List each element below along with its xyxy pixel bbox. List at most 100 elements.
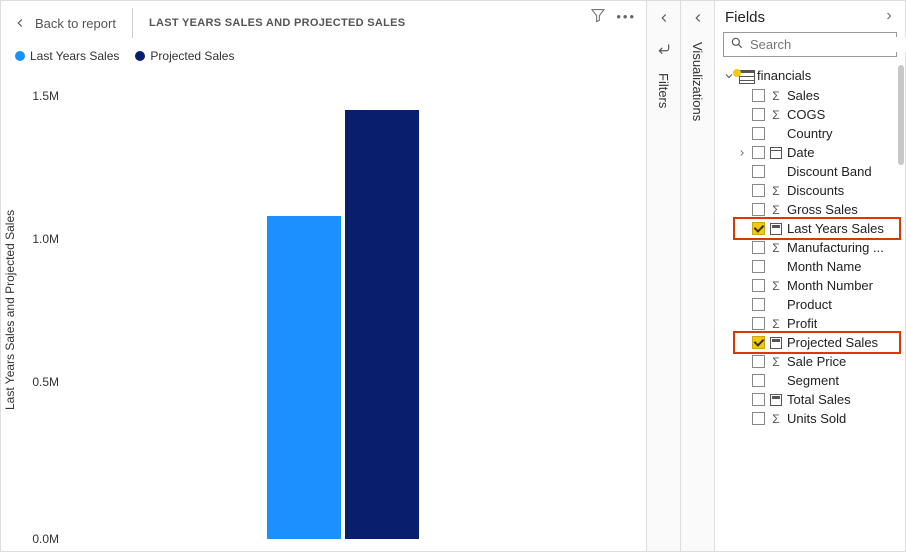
- sigma-icon: Σ: [770, 108, 782, 122]
- sigma-icon: Σ: [770, 184, 782, 198]
- legend-item[interactable]: Projected Sales: [135, 49, 234, 63]
- field-row[interactable]: Month Name: [719, 257, 905, 276]
- field-label: Product: [787, 297, 832, 312]
- field-row[interactable]: Projected Sales: [733, 331, 901, 354]
- field-row[interactable]: Total Sales: [719, 390, 905, 409]
- field-label: Sales: [787, 88, 820, 103]
- field-checkbox[interactable]: [752, 127, 765, 140]
- field-label: Manufacturing ...: [787, 240, 884, 255]
- field-row[interactable]: Date: [719, 143, 905, 162]
- y-tick: 1.5M: [32, 89, 59, 103]
- field-row[interactable]: Σ Units Sold: [719, 409, 905, 428]
- chart-legend: Last Years Sales Projected Sales: [1, 45, 646, 69]
- field-row[interactable]: ΣMonth Number: [719, 276, 905, 295]
- field-checkbox[interactable]: [752, 184, 765, 197]
- field-checkbox[interactable]: [752, 241, 765, 254]
- field-label: Discount Band: [787, 164, 872, 179]
- field-row[interactable]: Σ COGS: [719, 105, 905, 124]
- y-axis: 0.0M 0.5M 1.0M 1.5M: [23, 69, 63, 551]
- filters-pane-collapsed[interactable]: Filters: [647, 1, 681, 551]
- chevron-right-icon[interactable]: [737, 148, 747, 158]
- sigma-icon: Σ: [770, 203, 782, 217]
- visualizations-pane-collapsed[interactable]: Visualizations: [681, 1, 715, 551]
- field-checkbox[interactable]: [752, 260, 765, 273]
- field-checkbox[interactable]: [752, 374, 765, 387]
- field-checkbox[interactable]: [752, 355, 765, 368]
- filter-icon[interactable]: [590, 7, 606, 26]
- sigma-icon: Σ: [770, 89, 782, 103]
- fields-pane-title: Fields: [725, 9, 765, 26]
- chevron-left-icon[interactable]: [657, 11, 671, 28]
- field-checkbox[interactable]: [752, 146, 765, 159]
- field-checkbox[interactable]: [752, 317, 765, 330]
- field-checkbox[interactable]: [752, 412, 765, 425]
- field-checkbox[interactable]: [752, 279, 765, 292]
- field-row[interactable]: ΣManufacturing ...: [719, 238, 905, 257]
- y-tick: 0.5M: [32, 375, 59, 389]
- field-label: COGS: [787, 107, 825, 122]
- field-label: Units Sold: [787, 411, 846, 426]
- back-label: Back to report: [35, 16, 116, 31]
- field-row[interactable]: Last Years Sales: [733, 217, 901, 240]
- calendar-icon: [770, 147, 782, 159]
- field-row[interactable]: Σ Sale Price: [719, 352, 905, 371]
- field-checkbox[interactable]: [752, 89, 765, 102]
- field-checkbox[interactable]: [752, 393, 765, 406]
- field-row[interactable]: Country: [719, 124, 905, 143]
- field-label: Gross Sales: [787, 202, 858, 217]
- sigma-icon: Σ: [770, 279, 782, 293]
- sigma-icon: Σ: [770, 355, 782, 369]
- field-checkbox[interactable]: [752, 336, 765, 349]
- visual-header: Back to report LAST YEARS SALES AND PROJ…: [1, 1, 646, 45]
- bar-last-years-sales[interactable]: [267, 216, 341, 539]
- field-label: Segment: [787, 373, 839, 388]
- filters-pane-label: Filters: [656, 73, 671, 108]
- fields-search[interactable]: [723, 32, 897, 57]
- expand-filters-icon[interactable]: [657, 42, 671, 59]
- report-canvas: Back to report LAST YEARS SALES AND PROJ…: [1, 1, 647, 551]
- visual-title: LAST YEARS SALES AND PROJECTED SALES: [149, 17, 406, 29]
- fields-pane: Fields financials Σ Sales Σ COGS Country Date…: [715, 1, 905, 551]
- field-label: Profit: [787, 316, 817, 331]
- more-options-icon[interactable]: •••: [616, 9, 636, 24]
- field-row[interactable]: Product: [719, 295, 905, 314]
- legend-label: Projected Sales: [150, 49, 234, 63]
- scrollbar-thumb[interactable]: [898, 65, 904, 165]
- field-label: Discounts: [787, 183, 844, 198]
- sigma-icon: Σ: [770, 412, 782, 426]
- measure-icon: [770, 394, 782, 406]
- field-checkbox[interactable]: [752, 222, 765, 235]
- bar-projected-sales[interactable]: [345, 110, 419, 539]
- fields-tree: financials Σ Sales Σ COGS Country Date Discoun…: [715, 63, 905, 551]
- field-label: Sale Price: [787, 354, 846, 369]
- chevron-left-icon[interactable]: [691, 11, 705, 28]
- table-label: financials: [757, 68, 811, 83]
- field-label: Last Years Sales: [787, 221, 884, 236]
- search-input[interactable]: [750, 37, 906, 52]
- divider: [132, 8, 133, 38]
- legend-swatch: [15, 51, 25, 61]
- field-row[interactable]: Discount Band: [719, 162, 905, 181]
- search-icon: [730, 36, 744, 53]
- y-tick: 0.0M: [32, 532, 59, 546]
- legend-item[interactable]: Last Years Sales: [15, 49, 119, 63]
- measure-icon: [770, 223, 782, 235]
- back-to-report-button[interactable]: Back to report: [13, 16, 116, 31]
- field-label: Date: [787, 145, 814, 160]
- table-financials[interactable]: financials: [719, 65, 905, 86]
- field-checkbox[interactable]: [752, 108, 765, 121]
- field-row[interactable]: Σ Discounts: [719, 181, 905, 200]
- field-row[interactable]: Σ Sales: [719, 86, 905, 105]
- chart-area: Last Years Sales and Projected Sales 0.0…: [1, 69, 646, 551]
- field-label: Projected Sales: [787, 335, 878, 350]
- visualizations-pane-label: Visualizations: [690, 42, 705, 121]
- field-checkbox[interactable]: [752, 203, 765, 216]
- field-row[interactable]: Segment: [719, 371, 905, 390]
- field-checkbox[interactable]: [752, 165, 765, 178]
- field-label: Total Sales: [787, 392, 851, 407]
- legend-swatch: [135, 51, 145, 61]
- field-checkbox[interactable]: [752, 298, 765, 311]
- legend-label: Last Years Sales: [30, 49, 119, 63]
- field-label: Month Name: [787, 259, 861, 274]
- chevron-right-icon[interactable]: [883, 10, 895, 25]
